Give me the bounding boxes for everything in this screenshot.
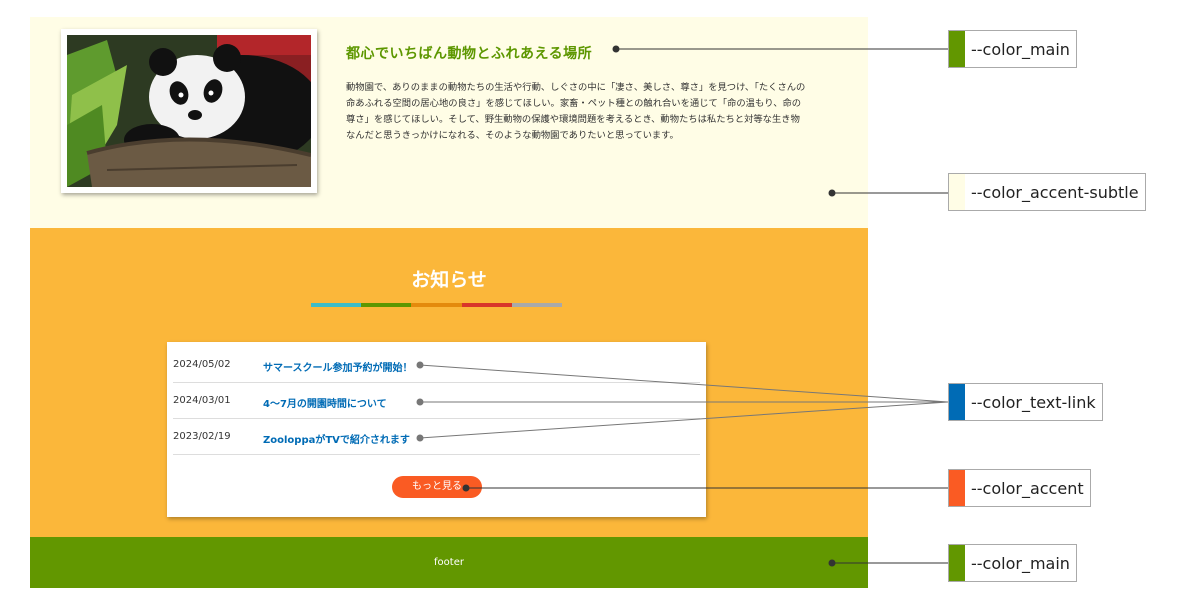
swatch-label: --color_main	[971, 39, 1070, 59]
swatch-color	[949, 384, 965, 420]
underline-segment	[511, 303, 563, 307]
callout-color-accent: --color_accent	[948, 469, 1091, 507]
swatch-label: --color_accent-subtle	[971, 182, 1139, 202]
callout-color-main-bottom: --color_main	[948, 544, 1077, 582]
swatch-color	[949, 31, 965, 67]
underline-segment	[361, 303, 412, 307]
news-item: 2024/03/01 4～7月の開園時間について	[173, 383, 700, 419]
underline-segment	[461, 303, 512, 307]
news-date: 2024/05/02	[173, 359, 231, 370]
swatch-label: --color_accent	[971, 478, 1084, 498]
panda-photo	[67, 35, 311, 187]
news-link-tv[interactable]: ZooloppaがTVで紹介されます	[263, 431, 410, 446]
swatch-label: --color_text-link	[971, 392, 1096, 412]
swatch-color	[949, 174, 965, 210]
news-date: 2023/02/19	[173, 431, 231, 442]
news-date: 2024/03/01	[173, 395, 231, 406]
page-mockup: 都心でいちばん動物とふれあえる場所 動物園で、ありのままの動物たちの生活や行動、…	[30, 17, 868, 588]
callout-color-accent-subtle: --color_accent-subtle	[948, 173, 1146, 211]
news-item: 2024/05/02 サマースクール参加予約が開始！	[173, 347, 700, 383]
swatch-label: --color_main	[971, 553, 1070, 573]
news-card: 2024/05/02 サマースクール参加予約が開始！ 2024/03/01 4～…	[167, 342, 706, 517]
news-link-opening-hours[interactable]: 4～7月の開園時間について	[263, 395, 387, 410]
callout-color-main-top: --color_main	[948, 30, 1077, 68]
swatch-color	[949, 470, 965, 506]
underline-segment	[311, 303, 362, 307]
footer-text: footer	[434, 557, 464, 568]
more-button[interactable]: もっと見る	[392, 476, 482, 498]
callout-color-text-link: --color_text-link	[948, 383, 1103, 421]
swatch-color	[949, 545, 965, 581]
news-title: お知らせ	[411, 269, 487, 291]
hero-title: 都心でいちばん動物とふれあえる場所	[346, 46, 593, 62]
news-link-summer-school[interactable]: サマースクール参加予約が開始！	[263, 359, 413, 374]
hero-description: 動物園で、ありのままの動物たちの生活や行動、しぐさの中に「凄さ、美しさ、尊さ」を…	[346, 82, 806, 141]
footer: footer	[30, 537, 868, 588]
news-section: お知らせ 2024/05/02 サマースクール参加予約が開始！ 2024/03/…	[30, 228, 868, 537]
title-underline	[311, 303, 563, 307]
hero-photo-frame	[61, 29, 317, 193]
hero-section: 都心でいちばん動物とふれあえる場所 動物園で、ありのままの動物たちの生活や行動、…	[30, 17, 868, 228]
news-item: 2023/02/19 ZooloppaがTVで紹介されます	[173, 419, 700, 455]
underline-segment	[411, 303, 462, 307]
